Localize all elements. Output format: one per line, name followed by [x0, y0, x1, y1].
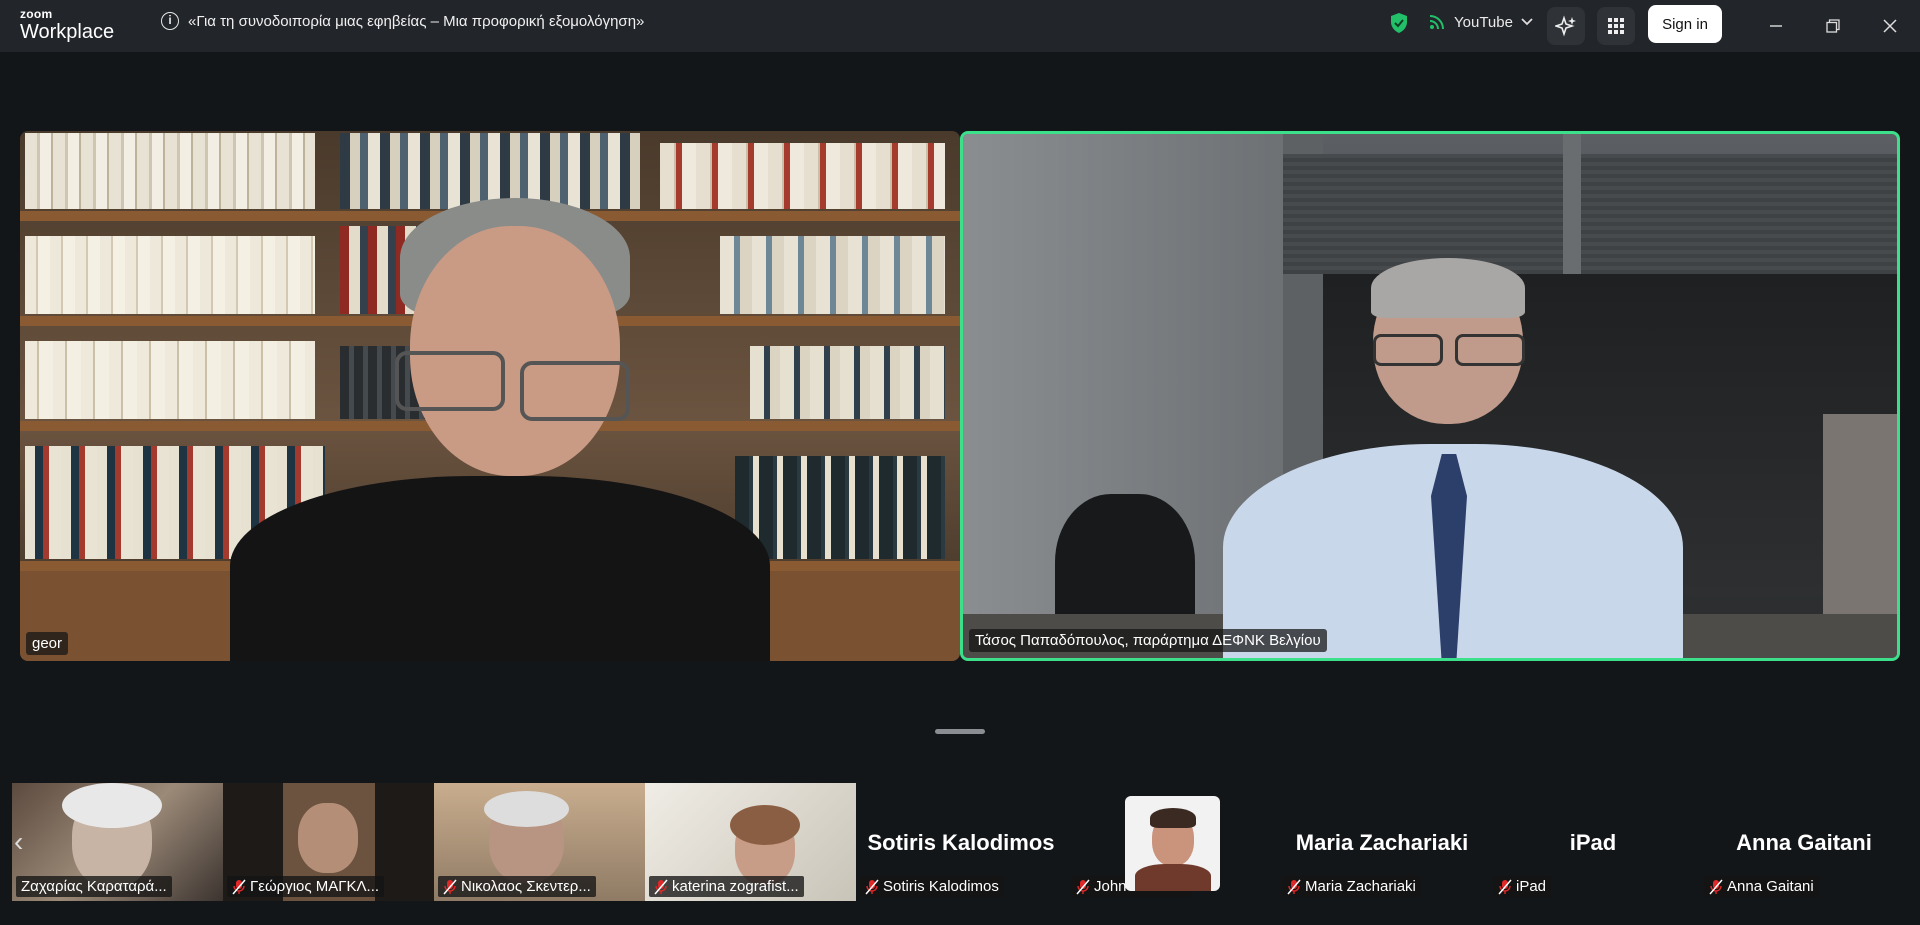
- mic-muted-icon: [232, 879, 246, 894]
- participant-name-label: geor: [26, 632, 69, 655]
- logo-workplace-text: Workplace: [20, 21, 115, 43]
- live-stream-menu[interactable]: YouTube: [1428, 13, 1533, 31]
- broadcast-icon: [1429, 15, 1444, 30]
- gallery-name-label: Γεώργιος ΜΑΓΚΛ...: [227, 876, 385, 897]
- sign-in-button[interactable]: Sign in: [1648, 5, 1722, 43]
- gallery-prev-button[interactable]: ‹: [14, 826, 23, 858]
- chevron-down-icon: [1521, 18, 1533, 26]
- meeting-title: «Για τη συνοδοιπορία μιας εφηβείας – Μια…: [188, 13, 645, 30]
- close-icon[interactable]: [1878, 14, 1902, 38]
- avatar: [1125, 796, 1220, 891]
- video-tile-active-speaker[interactable]: Τάσος Παπαδόπουλος, παράρτημα ΔΕΦΝΚ Βελγ…: [960, 131, 1900, 661]
- title-bar: zoom Workplace i «Για τη συνοδοιπορία μι…: [0, 0, 1920, 52]
- mic-muted-icon: [1287, 879, 1301, 894]
- security-shield-icon[interactable]: [1389, 12, 1409, 39]
- sparkle-icon: [1555, 15, 1576, 37]
- mic-muted-icon: [865, 879, 879, 894]
- gallery-tile[interactable]: Νικολαος Σκεντερ...: [434, 783, 645, 901]
- participant-display-name: Sotiris Kalodimos: [867, 830, 1055, 855]
- stream-label: YouTube: [1454, 13, 1513, 31]
- participant-display-name: Maria Zachariaki: [1295, 830, 1469, 855]
- gallery-name-label: iPad: [1493, 876, 1552, 897]
- gallery-name-label: Maria Zachariaki: [1282, 876, 1421, 897]
- mic-muted-icon: [443, 879, 457, 894]
- mic-muted-icon: [1709, 879, 1723, 894]
- gallery-name-label: Νικολαος Σκεντερ...: [438, 876, 596, 897]
- mic-muted-icon: [1076, 879, 1090, 894]
- participant-figure: [1223, 258, 1683, 658]
- mic-muted-icon: [654, 879, 668, 894]
- gallery-tile[interactable]: katerina zografist...: [645, 783, 856, 901]
- gallery-tile[interactable]: Ζαχαρίας Καραταρά...: [12, 783, 223, 901]
- ai-companion-button[interactable]: [1547, 7, 1585, 45]
- info-icon[interactable]: i: [161, 12, 179, 30]
- participant-name-label: Τάσος Παπαδόπουλος, παράρτημα ΔΕΦΝΚ Βελγ…: [969, 629, 1327, 652]
- participant-display-name: Anna Gaitani: [1736, 830, 1872, 855]
- logo-zoom-text: zoom: [20, 7, 53, 21]
- view-layout-button[interactable]: [1597, 7, 1635, 45]
- gallery-name-label: Sotiris Kalodimos: [860, 876, 1004, 897]
- minimize-icon[interactable]: [1764, 14, 1788, 38]
- participant-display-name: iPad: [1569, 830, 1617, 855]
- video-tile-geor[interactable]: geor: [20, 131, 960, 661]
- mic-muted-icon: [1498, 879, 1512, 894]
- gallery-tile[interactable]: Γεώργιος ΜΑΓΚΛ...: [223, 783, 434, 901]
- resize-drag-handle[interactable]: [935, 729, 985, 734]
- restore-icon[interactable]: [1821, 14, 1845, 38]
- gallery-name-label: katerina zografist...: [649, 876, 804, 897]
- gallery-name-label: Anna Gaitani: [1704, 876, 1819, 897]
- participant-figure: [230, 198, 770, 661]
- grid-icon: [1608, 18, 1624, 34]
- gallery-name-label: Ζαχαρίας Καραταρά...: [16, 876, 172, 897]
- zoom-logo: zoom Workplace: [20, 7, 115, 44]
